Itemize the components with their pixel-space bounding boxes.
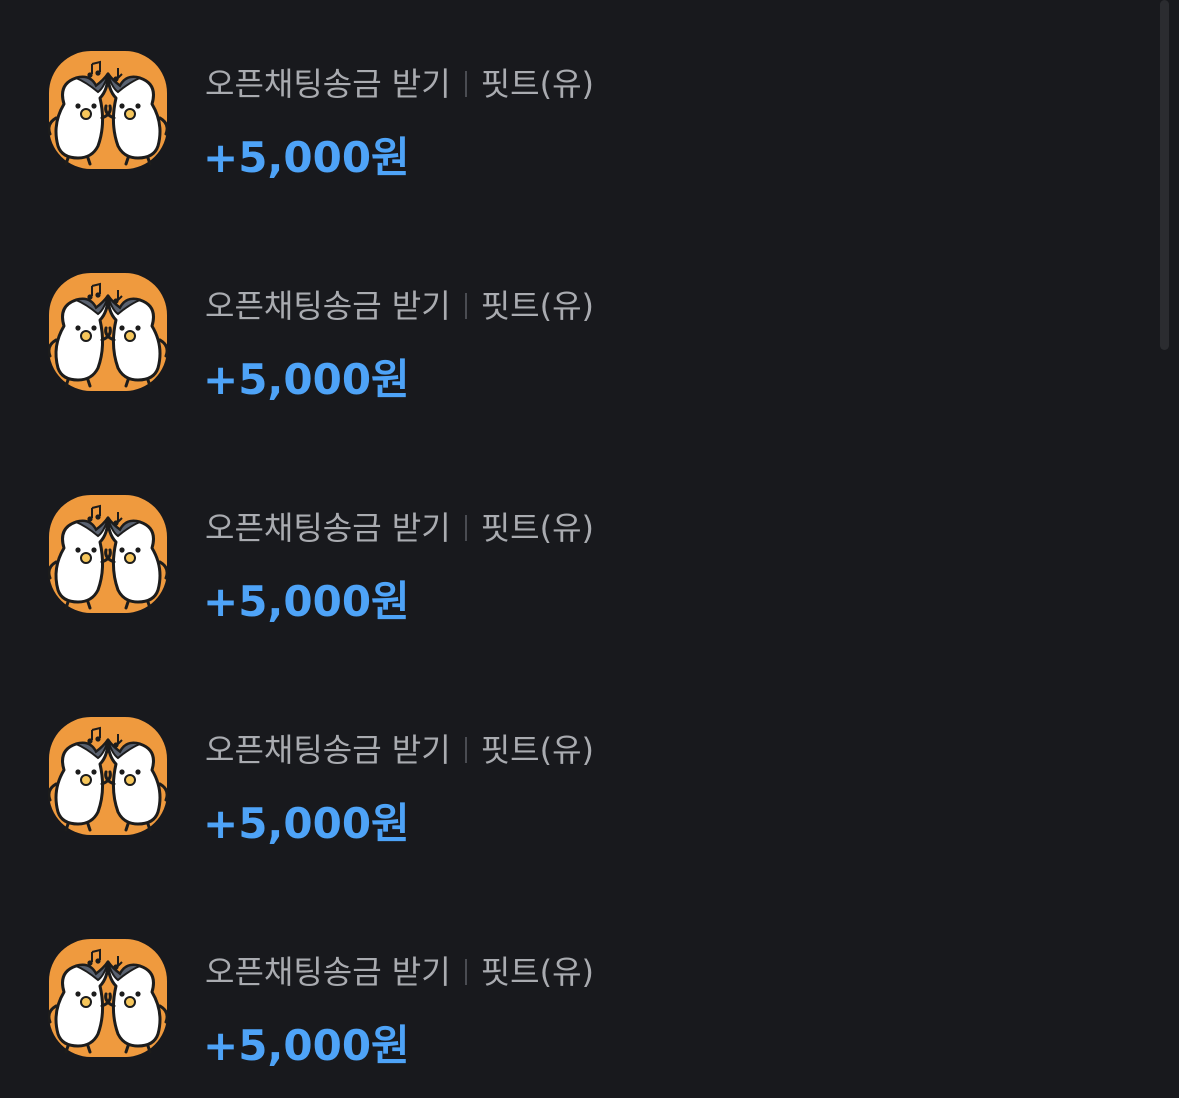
transaction-row[interactable]: 오픈채팅송금 받기 핏트(유) +5,000원 [0, 938, 1160, 1098]
transaction-amount: +5,000원 [203, 1021, 410, 1070]
scrollbar[interactable] [1160, 0, 1169, 350]
transaction-amount: +5,000원 [203, 133, 410, 182]
transaction-title: 오픈채팅송금 받기 [205, 953, 451, 991]
transaction-amount: +5,000원 [203, 355, 410, 404]
transaction-list: 오픈채팅송금 받기 핏트(유) +5,000원 오픈채팅송금 받기 핏트(유) … [0, 0, 1179, 1096]
counterparty-name: 핏트(유) [480, 65, 594, 103]
dancing-penguins-icon [47, 716, 169, 836]
counterparty-name: 핏트(유) [480, 731, 594, 769]
transaction-row[interactable]: 오픈채팅송금 받기 핏트(유) +5,000원 [0, 50, 1160, 210]
transaction-title: 오픈채팅송금 받기 [205, 731, 451, 769]
transaction-title: 오픈채팅송금 받기 [205, 65, 451, 103]
transaction-amount: +5,000원 [203, 577, 410, 626]
separator [464, 71, 467, 97]
transaction-title: 오픈채팅송금 받기 [205, 287, 451, 325]
dancing-penguins-icon [47, 494, 169, 614]
transaction-description: 오픈채팅송금 받기 핏트(유) [205, 62, 594, 106]
transaction-title: 오픈채팅송금 받기 [205, 509, 451, 547]
transaction-row[interactable]: 오픈채팅송금 받기 핏트(유) +5,000원 [0, 494, 1160, 654]
transaction-description: 오픈채팅송금 받기 핏트(유) [205, 728, 594, 772]
transaction-row[interactable]: 오픈채팅송금 받기 핏트(유) +5,000원 [0, 716, 1160, 876]
transaction-description: 오픈채팅송금 받기 핏트(유) [205, 284, 594, 328]
transaction-row[interactable]: 오픈채팅송금 받기 핏트(유) +5,000원 [0, 272, 1160, 432]
dancing-penguins-icon [47, 272, 169, 392]
separator [464, 515, 467, 541]
counterparty-name: 핏트(유) [480, 953, 594, 991]
separator [464, 737, 467, 763]
transaction-description: 오픈채팅송금 받기 핏트(유) [205, 950, 594, 994]
counterparty-name: 핏트(유) [480, 287, 594, 325]
dancing-penguins-icon [47, 938, 169, 1058]
dancing-penguins-icon [47, 50, 169, 170]
separator [464, 293, 467, 319]
counterparty-name: 핏트(유) [480, 509, 594, 547]
transaction-amount: +5,000원 [203, 799, 410, 848]
transaction-description: 오픈채팅송금 받기 핏트(유) [205, 506, 594, 550]
separator [464, 959, 467, 985]
